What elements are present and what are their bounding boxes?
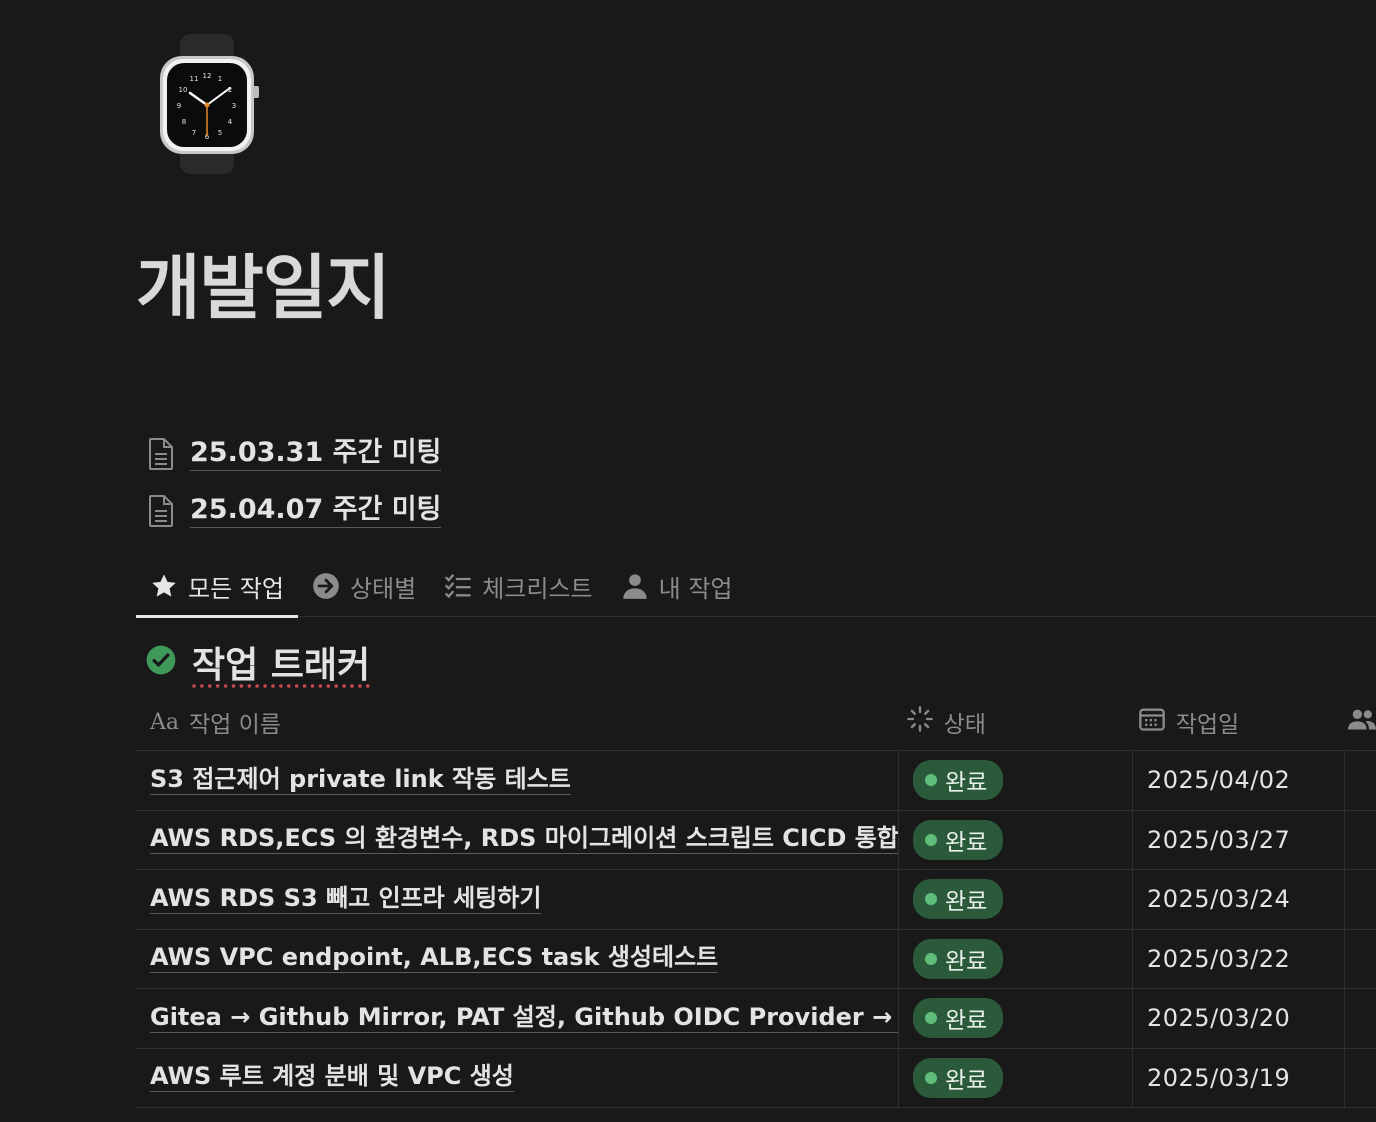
status-label: 완료: [945, 948, 988, 975]
tab-my-tasks[interactable]: 내 작업: [607, 556, 747, 616]
tab-by-status[interactable]: 상태별: [298, 556, 430, 616]
task-date[interactable]: 2025/03/24: [1147, 885, 1290, 913]
svg-text:3: 3: [232, 102, 236, 110]
status-badge[interactable]: 완료: [913, 760, 1004, 801]
assignee-cell[interactable]: [1344, 810, 1376, 869]
linked-page-item[interactable]: 25.04.07 주간 미팅: [146, 491, 442, 531]
table-row[interactable]: AWS RDS S3 빼고 인프라 세팅하기 완료 2025/03/24: [136, 870, 1376, 930]
table-row[interactable]: AWS VPC endpoint, ALB,ECS task 생성테스트 완료 …: [136, 929, 1376, 989]
task-name[interactable]: Gitea → Github Mirror, PAT 설정, Github OI…: [150, 1003, 898, 1033]
svg-text:9: 9: [177, 102, 181, 110]
column-header-name[interactable]: Aa 작업 이름: [136, 694, 892, 750]
status-icon: [906, 705, 934, 739]
document-icon: [146, 436, 176, 472]
page-title[interactable]: 개발일지: [136, 250, 391, 327]
column-label: 작업일: [1175, 712, 1240, 738]
tab-label: 내 작업: [658, 574, 733, 603]
task-name[interactable]: AWS RDS,ECS 의 환경변수, RDS 마이그레이션 스크립트 CICD…: [150, 825, 898, 855]
status-dot: [925, 1071, 937, 1084]
database-heading: 작업 트래커: [146, 636, 370, 688]
table-row[interactable]: AWS RDS,ECS 의 환경변수, RDS 마이그레이션 스크립트 CICD…: [136, 810, 1376, 870]
svg-text:7: 7: [192, 129, 196, 137]
status-label: 완료: [945, 889, 988, 916]
status-label: 완료: [945, 829, 988, 856]
people-icon: [1347, 705, 1376, 739]
task-date[interactable]: 2025/03/19: [1147, 1064, 1290, 1092]
svg-text:10: 10: [179, 86, 188, 94]
svg-text:11: 11: [190, 75, 199, 83]
column-label: 작업 이름: [189, 712, 281, 738]
task-date[interactable]: 2025/03/20: [1147, 1004, 1290, 1032]
tab-label: 체크리스트: [482, 574, 593, 603]
task-name[interactable]: S3 접근제어 private link 작동 테스트: [150, 765, 571, 795]
linked-page-item[interactable]: 25.03.31 주간 미팅: [146, 434, 442, 474]
svg-text:5: 5: [218, 129, 222, 137]
svg-text:12: 12: [203, 72, 212, 80]
star-icon: [150, 572, 178, 600]
svg-text:1: 1: [218, 75, 222, 83]
linked-page-title[interactable]: 25.04.07 주간 미팅: [190, 494, 442, 529]
text-property-icon: Aa: [150, 709, 180, 735]
calendar-icon: [1138, 705, 1166, 739]
assignee-cell[interactable]: [1344, 989, 1376, 1048]
task-name[interactable]: AWS 루트 계정 분배 및 VPC 생성: [150, 1063, 514, 1093]
apple-watch-icon[interactable]: 12 1 2 3 4 5 6 7 8 9 10 11: [152, 30, 262, 178]
task-date[interactable]: 2025/03/22: [1147, 945, 1290, 973]
assignee-cell[interactable]: [1344, 751, 1376, 810]
column-header-status[interactable]: 상태: [892, 694, 1124, 750]
status-label: 완료: [945, 770, 988, 797]
task-date[interactable]: 2025/03/27: [1147, 826, 1290, 854]
column-header-date[interactable]: 작업일: [1124, 694, 1334, 750]
column-label: 상태: [943, 712, 986, 738]
check-circle-icon: [146, 645, 176, 679]
checklist-icon: [444, 572, 472, 600]
tab-label: 상태별: [349, 574, 417, 603]
tab-all-tasks[interactable]: 모든 작업: [136, 556, 298, 618]
status-dot: [925, 952, 937, 965]
document-icon: [146, 493, 176, 529]
table-header: Aa 작업 이름 상태 작업일: [136, 694, 1376, 751]
svg-text:4: 4: [228, 118, 233, 126]
status-dot: [925, 833, 937, 846]
status-label: 완료: [945, 1008, 988, 1035]
task-name[interactable]: AWS VPC endpoint, ALB,ECS task 생성테스트: [150, 944, 719, 974]
view-tabs: 모든 작업 상태별 체크리스트 내 작업: [136, 556, 1376, 618]
assignee-cell[interactable]: [1344, 870, 1376, 929]
tab-label: 모든 작업: [188, 574, 284, 603]
arrow-circle-icon: [312, 572, 340, 600]
table-row[interactable]: Gitea → Github Mirror, PAT 설정, Github OI…: [136, 989, 1376, 1049]
status-label: 완료: [945, 1067, 988, 1094]
table-row[interactable]: AWS 루트 계정 분배 및 VPC 생성 완료 2025/03/19: [136, 1048, 1376, 1108]
status-dot: [925, 893, 937, 906]
status-dot: [925, 1012, 937, 1025]
status-dot: [925, 774, 937, 787]
person-icon: [621, 572, 649, 600]
svg-text:8: 8: [182, 118, 186, 126]
status-badge[interactable]: 완료: [913, 819, 1004, 860]
status-badge[interactable]: 완료: [913, 998, 1004, 1039]
task-table: Aa 작업 이름 상태 작업일 S3 접근제어 private link 작동 …: [136, 694, 1376, 1108]
status-badge[interactable]: 완료: [913, 879, 1004, 920]
assignee-cell[interactable]: [1344, 1048, 1376, 1107]
task-date[interactable]: 2025/04/02: [1147, 766, 1290, 794]
task-name[interactable]: AWS RDS S3 빼고 인프라 세팅하기: [150, 884, 542, 914]
table-row[interactable]: S3 접근제어 private link 작동 테스트 완료 2025/04/0…: [136, 751, 1376, 811]
status-badge[interactable]: 완료: [913, 938, 1004, 979]
assignee-cell[interactable]: [1344, 929, 1376, 988]
database-title[interactable]: 작업 트래커: [192, 636, 370, 688]
linked-page-title[interactable]: 25.03.31 주간 미팅: [190, 437, 442, 472]
column-header-assignee[interactable]: [1334, 694, 1376, 750]
tab-checklist[interactable]: 체크리스트: [430, 556, 606, 616]
status-badge[interactable]: 완료: [913, 1057, 1004, 1098]
notion-page: 12 1 2 3 4 5 6 7 8 9 10 11 개발일지 25.03.31…: [0, 0, 1376, 1122]
